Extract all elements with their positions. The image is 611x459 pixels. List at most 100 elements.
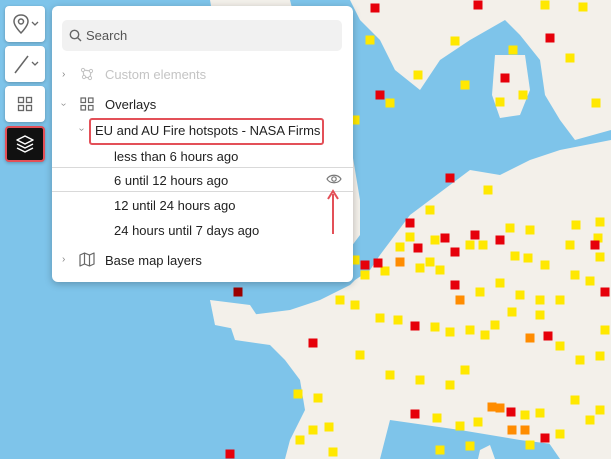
hotspot-marker[interactable] — [555, 295, 565, 305]
draw-line-button[interactable] — [5, 46, 45, 82]
hotspot-marker[interactable] — [475, 287, 485, 297]
hotspot-marker[interactable] — [415, 263, 425, 273]
hotspot-marker[interactable] — [355, 350, 365, 360]
hotspot-marker[interactable] — [395, 242, 405, 252]
hotspot-marker[interactable] — [395, 257, 405, 267]
hotspot-marker[interactable] — [413, 70, 423, 80]
hotspot-marker[interactable] — [595, 252, 605, 262]
place-marker-button[interactable] — [5, 6, 45, 42]
overlay-item-6-12h[interactable]: 6 until 12 hours ago — [114, 173, 228, 188]
hotspot-marker[interactable] — [595, 351, 605, 361]
hotspot-marker[interactable] — [518, 90, 528, 100]
hotspot-marker[interactable] — [595, 405, 605, 415]
hotspot-marker[interactable] — [360, 270, 370, 280]
hotspot-marker[interactable] — [525, 440, 535, 450]
hotspot-marker[interactable] — [507, 307, 517, 317]
hotspot-marker[interactable] — [540, 433, 550, 443]
hotspot-marker[interactable] — [365, 35, 375, 45]
hotspot-marker[interactable] — [405, 232, 415, 242]
hotspot-marker[interactable] — [600, 287, 610, 297]
hotspot-marker[interactable] — [445, 173, 455, 183]
hotspot-marker[interactable] — [470, 230, 480, 240]
hotspot-marker[interactable] — [590, 240, 600, 250]
hotspot-marker[interactable] — [380, 266, 390, 276]
hotspot-marker[interactable] — [313, 393, 323, 403]
hotspot-marker[interactable] — [370, 3, 380, 13]
hotspot-marker[interactable] — [445, 380, 455, 390]
hotspot-marker[interactable] — [520, 410, 530, 420]
hotspot-marker[interactable] — [565, 240, 575, 250]
hotspot-marker[interactable] — [595, 217, 605, 227]
hotspot-marker[interactable] — [570, 395, 580, 405]
hotspot-marker[interactable] — [460, 365, 470, 375]
hotspot-marker[interactable] — [233, 287, 243, 297]
hotspot-marker[interactable] — [591, 98, 601, 108]
hotspot-marker[interactable] — [578, 2, 588, 12]
hotspot-marker[interactable] — [324, 422, 334, 432]
chevron-right-icon[interactable]: › — [62, 69, 65, 80]
tree-item-fire-hotspots[interactable]: EU and AU Fire hotspots - NASA Firms — [95, 123, 320, 138]
hotspot-marker[interactable] — [455, 421, 465, 431]
hotspot-marker[interactable] — [510, 251, 520, 261]
hotspot-marker[interactable] — [525, 333, 535, 343]
hotspot-marker[interactable] — [473, 417, 483, 427]
hotspot-marker[interactable] — [425, 257, 435, 267]
hotspot-marker[interactable] — [507, 425, 517, 435]
hotspot-marker[interactable] — [478, 240, 488, 250]
hotspot-marker[interactable] — [375, 313, 385, 323]
hotspot-marker[interactable] — [225, 449, 235, 459]
hotspot-marker[interactable] — [543, 331, 553, 341]
hotspot-marker[interactable] — [495, 235, 505, 245]
hotspot-marker[interactable] — [293, 389, 303, 399]
tree-item-overlays[interactable]: Overlays — [105, 97, 156, 112]
hotspot-marker[interactable] — [480, 330, 490, 340]
hotspot-marker[interactable] — [413, 243, 423, 253]
hotspot-marker[interactable] — [435, 265, 445, 275]
overlay-item-lt-6h[interactable]: less than 6 hours ago — [114, 149, 238, 164]
hotspot-marker[interactable] — [495, 97, 505, 107]
hotspot-marker[interactable] — [505, 223, 515, 233]
hotspot-marker[interactable] — [575, 355, 585, 365]
hotspot-marker[interactable] — [415, 375, 425, 385]
hotspot-marker[interactable] — [375, 90, 385, 100]
hotspot-marker[interactable] — [523, 253, 533, 263]
hotspot-marker[interactable] — [520, 425, 530, 435]
hotspot-marker[interactable] — [350, 300, 360, 310]
hotspot-marker[interactable] — [565, 53, 575, 63]
hotspot-marker[interactable] — [535, 310, 545, 320]
hotspot-marker[interactable] — [335, 295, 345, 305]
hotspot-marker[interactable] — [460, 80, 470, 90]
hotspot-marker[interactable] — [385, 370, 395, 380]
grid-view-button[interactable] — [5, 86, 45, 122]
hotspot-marker[interactable] — [393, 315, 403, 325]
hotspot-marker[interactable] — [545, 33, 555, 43]
hotspot-marker[interactable] — [508, 45, 518, 55]
chevron-right-icon[interactable]: › — [62, 254, 65, 265]
hotspot-marker[interactable] — [465, 240, 475, 250]
tree-item-base-map-layers[interactable]: Base map layers — [105, 253, 202, 268]
hotspot-marker[interactable] — [570, 270, 580, 280]
hotspot-marker[interactable] — [540, 260, 550, 270]
hotspot-marker[interactable] — [555, 341, 565, 351]
hotspot-marker[interactable] — [500, 73, 510, 83]
chevron-down-icon[interactable]: › — [76, 128, 87, 131]
overlay-item-24h-7d[interactable]: 24 hours until 7 days ago — [114, 223, 259, 238]
hotspot-marker[interactable] — [440, 233, 450, 243]
search-field[interactable]: Search — [62, 20, 342, 51]
eye-icon[interactable] — [326, 173, 342, 185]
hotspot-marker[interactable] — [373, 258, 383, 268]
overlay-item-12-24h[interactable]: 12 until 24 hours ago — [114, 198, 235, 213]
hotspot-marker[interactable] — [525, 225, 535, 235]
hotspot-marker[interactable] — [385, 98, 395, 108]
hotspot-marker[interactable] — [473, 0, 483, 10]
hotspot-marker[interactable] — [535, 408, 545, 418]
hotspot-marker[interactable] — [432, 413, 442, 423]
hotspot-marker[interactable] — [483, 185, 493, 195]
hotspot-marker[interactable] — [585, 415, 595, 425]
hotspot-marker[interactable] — [506, 407, 516, 417]
hotspot-marker[interactable] — [430, 322, 440, 332]
layers-button[interactable] — [5, 126, 45, 162]
hotspot-marker[interactable] — [308, 425, 318, 435]
hotspot-marker[interactable] — [455, 295, 465, 305]
hotspot-marker[interactable] — [308, 338, 318, 348]
